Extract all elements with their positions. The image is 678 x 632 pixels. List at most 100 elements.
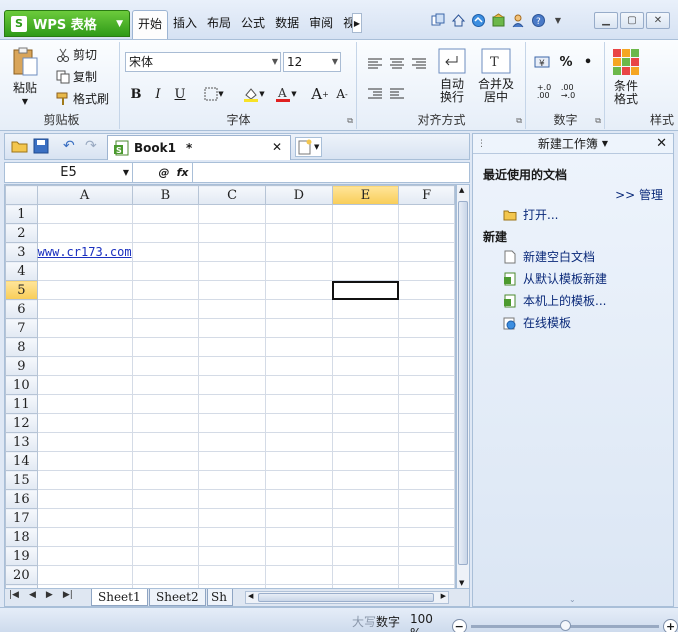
cell[interactable] [131, 432, 200, 452]
cell[interactable] [264, 356, 333, 376]
vertical-scrollbar[interactable]: ▲ ▼ [456, 184, 470, 589]
cell[interactable] [131, 489, 200, 509]
cell[interactable] [198, 565, 266, 585]
wrap-text-button[interactable]: 自动 换行 [438, 48, 466, 104]
close-document-icon[interactable]: ✕ [272, 140, 282, 154]
zoom-slider[interactable] [470, 619, 660, 631]
cell[interactable] [264, 299, 333, 319]
cell[interactable] [36, 261, 133, 281]
cell[interactable] [131, 451, 200, 471]
select-all-corner[interactable] [5, 185, 38, 205]
wps-menu-button[interactable]: S WPS 表格 ▼ [4, 10, 130, 37]
zoom-in-icon[interactable]: + [663, 618, 678, 632]
cell[interactable] [264, 223, 333, 243]
border-button[interactable]: ▼ [199, 84, 229, 104]
tab-scroll-right-icon[interactable]: ▶ [352, 13, 362, 33]
cell[interactable] [398, 432, 455, 452]
cell[interactable] [36, 375, 133, 395]
cell[interactable] [264, 280, 333, 300]
font-color-button[interactable]: A ▼ [271, 84, 301, 104]
copy-button[interactable]: 复制 [56, 68, 97, 85]
local-templates-link[interactable]: 本机上的模板... [503, 292, 606, 309]
cell[interactable] [331, 413, 400, 433]
save-icon[interactable] [33, 138, 49, 157]
cell[interactable] [36, 318, 133, 338]
cell[interactable] [264, 565, 333, 585]
cell[interactable] [36, 223, 133, 243]
cell[interactable] [331, 527, 400, 547]
currency-button[interactable]: ¥ [533, 52, 551, 72]
cell[interactable] [131, 546, 200, 566]
cell[interactable] [36, 337, 133, 357]
column-header-e[interactable]: E [331, 185, 400, 205]
close-window-icon[interactable]: ✕ [646, 12, 670, 29]
insert-function-icon[interactable]: fx [177, 166, 189, 179]
active-cell[interactable] [331, 280, 400, 300]
cell[interactable] [131, 280, 200, 300]
horizontal-scrollbar[interactable]: ◀ ▶ [245, 591, 449, 604]
cell[interactable] [398, 413, 455, 433]
cell[interactable] [198, 432, 266, 452]
cell[interactable] [398, 470, 455, 490]
sheet-tab-3[interactable]: Sh [207, 589, 233, 606]
cell[interactable] [131, 394, 200, 414]
cell[interactable] [36, 394, 133, 414]
merge-center-button[interactable]: T 合并及 居中 [478, 48, 514, 104]
row-header[interactable]: 10 [5, 375, 38, 395]
tab-layout[interactable]: 布局 [202, 10, 236, 38]
new-document-icon[interactable]: ▼ [295, 137, 323, 157]
cell[interactable] [264, 394, 333, 414]
row-header[interactable]: 17 [5, 508, 38, 528]
cell[interactable] [331, 470, 400, 490]
hscroll-thumb[interactable] [258, 593, 434, 602]
row-header[interactable]: 14 [5, 451, 38, 471]
home-icon[interactable] [450, 12, 466, 28]
cell[interactable] [398, 356, 455, 376]
redo-icon[interactable]: ↷ [85, 138, 97, 154]
cell[interactable] [131, 470, 200, 490]
cell[interactable] [36, 356, 133, 376]
row-header[interactable]: 15 [5, 470, 38, 490]
cell[interactable] [331, 337, 400, 357]
decrease-decimal-button[interactable]: .00 →.0 [557, 82, 579, 102]
cell[interactable] [264, 451, 333, 471]
next-sheet-icon[interactable]: ▶ [46, 590, 53, 600]
cell[interactable] [131, 413, 200, 433]
row-header[interactable]: 7 [5, 318, 38, 338]
cell[interactable] [198, 413, 266, 433]
cell[interactable] [398, 223, 455, 243]
sheet-tab-2[interactable]: Sheet2 [149, 589, 206, 606]
underline-button[interactable]: U [171, 84, 189, 104]
cell[interactable] [198, 508, 266, 528]
cell[interactable] [398, 527, 455, 547]
row-header[interactable]: 5 [5, 280, 38, 300]
cell[interactable] [198, 280, 266, 300]
decrease-indent-button[interactable] [366, 84, 384, 104]
cell[interactable] [36, 546, 133, 566]
column-header-c[interactable]: C [198, 185, 266, 205]
cut-button[interactable]: 剪切 [56, 46, 97, 63]
cell[interactable] [198, 337, 266, 357]
cell[interactable] [131, 223, 200, 243]
cell[interactable] [36, 489, 133, 509]
scroll-up-icon[interactable]: ▲ [459, 186, 464, 194]
font-dialog-launcher-icon[interactable]: ⧉ [347, 116, 353, 126]
column-header-a[interactable]: A [36, 185, 133, 205]
last-sheet-icon[interactable]: ▶| [63, 590, 73, 600]
cell[interactable] [398, 242, 455, 262]
row-header[interactable]: 18 [5, 527, 38, 547]
tab-data[interactable]: 数据 [270, 10, 304, 38]
cell[interactable] [36, 470, 133, 490]
formula-input[interactable] [195, 163, 469, 182]
cell[interactable] [331, 508, 400, 528]
shrink-font-button[interactable]: A- [333, 84, 351, 104]
cell[interactable] [198, 470, 266, 490]
cell[interactable] [198, 261, 266, 281]
cell[interactable] [331, 318, 400, 338]
user-icon[interactable] [510, 12, 526, 28]
cell[interactable] [398, 565, 455, 585]
cell[interactable] [198, 527, 266, 547]
row-header[interactable]: 1 [5, 204, 38, 224]
cell[interactable] [131, 337, 200, 357]
cell[interactable] [36, 451, 133, 471]
